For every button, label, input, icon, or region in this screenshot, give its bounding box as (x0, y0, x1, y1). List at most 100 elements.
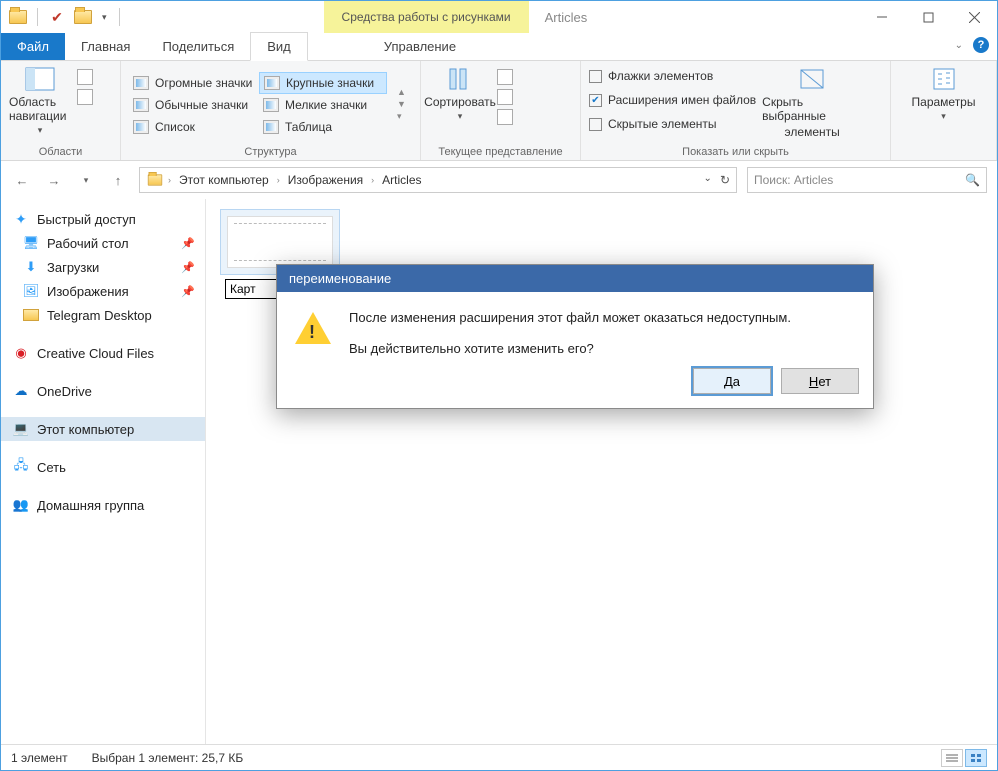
pin-icon: 📌 (181, 261, 195, 274)
sort-icon (444, 65, 476, 93)
collapse-ribbon-icon[interactable]: ⌄ (955, 40, 963, 51)
preview-pane-icon[interactable] (77, 69, 93, 85)
refresh-icon[interactable]: ↻ (720, 173, 730, 187)
checkbox-item-flags[interactable]: Флажки элементов (589, 65, 756, 87)
group-current-view: Сортировать ▾ Текущее представление (421, 61, 581, 160)
breadcrumb[interactable]: › Этот компьютер › Изображения › Article… (139, 167, 737, 193)
group-label (899, 144, 988, 158)
group-options: Параметры ▾ (891, 61, 997, 160)
group-layout: Огромные значки Крупные значки Обычные з… (121, 61, 421, 160)
scroll-up-icon[interactable]: ▲ (397, 87, 406, 97)
ribbon: Область навигации ▾ Области Огромные зна… (1, 61, 997, 161)
close-icon (969, 12, 980, 23)
nav-pane-button[interactable]: Область навигации ▾ (9, 65, 71, 136)
options-icon (928, 65, 960, 93)
details-view-icon (946, 753, 958, 763)
downloads-icon: ⬇ (23, 259, 39, 275)
tab-home[interactable]: Главная (65, 33, 146, 60)
ribbon-right-controls: ⌄ ? (955, 37, 989, 53)
window-title: Articles (545, 10, 588, 25)
dialog-title: переименование (277, 265, 873, 292)
dropdown-icon[interactable]: ⌄ (704, 173, 712, 187)
size-columns-icon[interactable] (497, 109, 513, 125)
sidebar-item-downloads[interactable]: ⬇ Загрузки 📌 (1, 255, 205, 279)
add-columns-icon[interactable] (497, 89, 513, 105)
chevron-right-icon[interactable]: › (277, 175, 280, 185)
layout-huge[interactable]: Огромные значки (129, 72, 257, 94)
tab-view[interactable]: Вид (250, 32, 308, 61)
expand-icon[interactable]: ▾ (397, 111, 406, 122)
layout-table[interactable]: Таблица (259, 116, 387, 138)
crumb-pictures[interactable]: Изображения (284, 173, 367, 187)
checkbox-hidden[interactable]: Скрытые элементы (589, 113, 756, 135)
layout-list[interactable]: Список (129, 116, 257, 138)
sidebar: ✦ Быстрый доступ 🖥 Рабочий стол 📌 ⬇ Загр… (1, 199, 206, 753)
quick-access-toolbar: ✔ ▾ (1, 6, 124, 28)
search-icon: 🔍 (965, 173, 980, 187)
layout-large[interactable]: Крупные значки (259, 72, 387, 94)
group-by-icon[interactable] (497, 69, 513, 85)
close-button[interactable] (951, 1, 997, 33)
minimize-button[interactable] (859, 1, 905, 33)
chevron-right-icon[interactable]: › (371, 175, 374, 185)
minimize-icon (877, 12, 887, 22)
tab-file[interactable]: Файл (1, 33, 65, 60)
homegroup-icon: 👥 (13, 497, 29, 513)
creative-cloud-icon: ◉ (13, 345, 29, 361)
search-input[interactable]: Поиск: Articles 🔍 (747, 167, 987, 193)
checkbox-qat-icon[interactable]: ✔ (46, 6, 68, 28)
details-pane-icon[interactable] (77, 89, 93, 105)
sidebar-item-telegram[interactable]: Telegram Desktop (1, 303, 205, 327)
forward-button[interactable]: → (43, 169, 65, 191)
sidebar-onedrive[interactable]: ☁ OneDrive (1, 379, 205, 403)
sidebar-quick-access[interactable]: ✦ Быстрый доступ (1, 207, 205, 231)
rename-dialog: переименование После изменения расширени… (276, 264, 874, 409)
group-areas: Область навигации ▾ Области (1, 61, 121, 160)
view-icons-button[interactable] (965, 749, 987, 767)
tab-share[interactable]: Поделиться (146, 33, 250, 60)
chevron-down-icon: ▾ (454, 111, 467, 122)
layout-regular[interactable]: Обычные значки (129, 94, 257, 116)
search-placeholder: Поиск: Articles (754, 173, 833, 187)
scroll-down-icon[interactable]: ▼ (397, 99, 406, 109)
back-button[interactable]: ← (11, 169, 33, 191)
group-label: Показать или скрыть (589, 144, 882, 158)
checkbox-icon (589, 70, 602, 83)
qat-dropdown-icon[interactable]: ▾ (98, 12, 111, 23)
layout-icon (263, 120, 279, 134)
view-details-button[interactable] (941, 749, 963, 767)
chevron-down-icon: ▾ (937, 111, 950, 122)
hide-selected-button[interactable]: Скрыть выбранные элементы (762, 65, 862, 139)
context-tools-header: Средства работы с рисунками (324, 1, 529, 33)
crumb-this-pc[interactable]: Этот компьютер (175, 173, 273, 187)
dialog-no-button[interactable]: Нет (781, 368, 859, 394)
group-label: Области (9, 144, 112, 158)
folder-qat-icon[interactable] (72, 6, 94, 28)
sidebar-network[interactable]: 🖧 Сеть (1, 455, 205, 479)
dialog-yes-button[interactable]: Да (693, 368, 771, 394)
sort-button[interactable]: Сортировать ▾ (429, 65, 491, 122)
sidebar-this-pc[interactable]: 💻 Этот компьютер (1, 417, 205, 441)
sidebar-item-desktop[interactable]: 🖥 Рабочий стол 📌 (1, 231, 205, 255)
history-dropdown[interactable]: ▾ (75, 169, 97, 191)
this-pc-icon: 💻 (13, 421, 29, 437)
up-button[interactable]: ↑ (107, 169, 129, 191)
options-button[interactable]: Параметры ▾ (913, 65, 975, 122)
hide-icon (796, 65, 828, 93)
crumb-articles[interactable]: Articles (378, 173, 425, 187)
sidebar-homegroup[interactable]: 👥 Домашняя группа (1, 493, 205, 517)
sidebar-item-pictures[interactable]: 🖼 Изображения 📌 (1, 279, 205, 303)
status-count: 1 элемент (11, 751, 68, 765)
help-icon[interactable]: ? (973, 37, 989, 53)
checkbox-extensions[interactable]: ✔Расширения имен файлов (589, 89, 756, 111)
tab-manage[interactable]: Управление (368, 33, 472, 60)
desktop-icon: 🖥 (23, 235, 39, 251)
nav-pane-icon (24, 65, 56, 93)
layout-small[interactable]: Мелкие значки (259, 94, 387, 116)
maximize-button[interactable] (905, 1, 951, 33)
chevron-right-icon[interactable]: › (168, 175, 171, 185)
dialog-message-1: После изменения расширения этот файл мож… (349, 310, 791, 325)
folder-icon (23, 307, 39, 323)
sidebar-creative-cloud[interactable]: ◉ Creative Cloud Files (1, 341, 205, 365)
separator (119, 8, 120, 26)
